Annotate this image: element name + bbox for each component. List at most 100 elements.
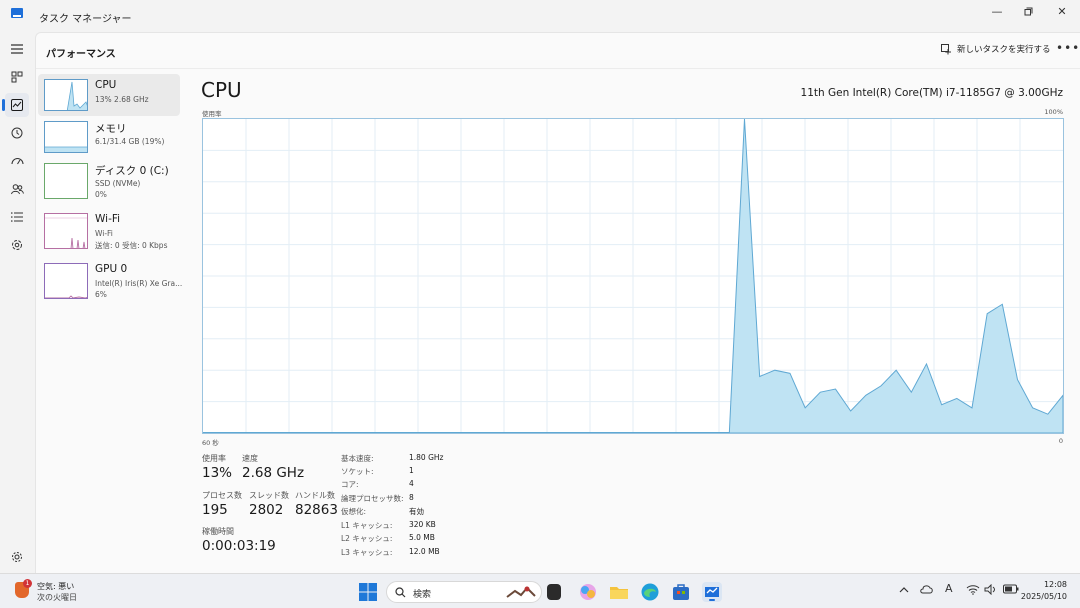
performance-icon xyxy=(11,99,23,111)
weather-line2: 次の火曜日 xyxy=(37,593,77,602)
task-manager-taskbar-button[interactable] xyxy=(702,582,722,602)
device-detail: 13% 2.68 GHz xyxy=(95,95,149,104)
usage-value: 13% xyxy=(202,465,233,481)
battery-tray-button[interactable] xyxy=(1003,584,1019,597)
windows-logo-icon xyxy=(359,583,377,601)
info-key: 仮想化: xyxy=(341,507,367,516)
run-new-task-button[interactable]: 新しいタスクを実行する xyxy=(941,43,1051,55)
device-item-gpu[interactable]: GPU 0 Intel(R) Iris(R) Xe Gra... 6% xyxy=(38,258,183,300)
nav-services[interactable] xyxy=(5,233,29,257)
info-value: 5.0 MB xyxy=(409,533,435,542)
device-name: Wi-Fi xyxy=(95,213,121,225)
nav-rail xyxy=(0,32,34,573)
uptime-label: 稼働時間 xyxy=(202,527,234,536)
info-value: 12.0 MB xyxy=(409,547,440,556)
nav-processes[interactable] xyxy=(5,65,29,89)
device-name: メモリ xyxy=(95,123,127,135)
gpu-thumbnail xyxy=(44,263,88,299)
speaker-icon xyxy=(984,583,995,596)
nav-performance[interactable] xyxy=(2,93,29,117)
speed-value: 2.68 GHz xyxy=(242,465,305,481)
nav-settings[interactable] xyxy=(5,545,29,569)
handles-label: ハンドル数 xyxy=(295,491,335,500)
more-options-button[interactable]: ••• xyxy=(1056,41,1080,55)
task-manager-icon xyxy=(11,8,23,18)
device-detail: Intel(R) Iris(R) Xe Gra... xyxy=(95,279,183,288)
speedometer-icon xyxy=(11,158,23,165)
graph-time-right-label: 0 xyxy=(1058,437,1063,445)
restore-button[interactable] xyxy=(1012,0,1044,22)
cpu-usage-chart xyxy=(203,118,1064,434)
weather-line1: 空気: 悪い xyxy=(37,582,75,591)
minimize-button[interactable]: — xyxy=(981,0,1013,22)
cpu-model: 11th Gen Intel(R) Core(TM) i7-1185G7 @ 3… xyxy=(800,87,1063,99)
volume-tray-button[interactable] xyxy=(984,583,998,598)
hamburger-menu-button[interactable] xyxy=(5,37,29,61)
onedrive-tray-button[interactable] xyxy=(920,584,934,597)
device-usage: 6% xyxy=(95,290,107,299)
title-bar: タスク マネージャー — ✕ xyxy=(0,0,1080,32)
folder-icon xyxy=(610,587,628,599)
close-button[interactable]: ✕ xyxy=(1046,0,1078,22)
battery-icon xyxy=(1003,584,1019,594)
store-icon xyxy=(673,584,689,600)
device-name: ディスク 0 (C:) xyxy=(95,165,169,177)
edge-icon xyxy=(641,583,659,601)
search-input[interactable]: 検索 xyxy=(386,581,542,603)
nav-app-history[interactable] xyxy=(5,121,29,145)
wifi-icon xyxy=(966,585,980,595)
device-name: CPU xyxy=(95,79,117,91)
info-key: L1 キャッシュ: xyxy=(341,521,393,530)
graph-max-label: 100% xyxy=(1044,108,1063,116)
info-key: 基本速度: xyxy=(341,454,374,463)
edge-button[interactable] xyxy=(640,582,660,602)
gear-icon xyxy=(12,552,22,562)
graph-time-left-label: 60 秒 xyxy=(202,439,219,447)
device-item-memory[interactable]: メモリ 6.1/31.4 GB (19%) xyxy=(38,116,180,158)
info-value: 有効 xyxy=(409,507,424,516)
info-key: コア: xyxy=(341,480,359,489)
show-hidden-icons-button[interactable] xyxy=(899,584,909,597)
restore-icon xyxy=(1024,7,1032,15)
clock-date[interactable]: 2025/05/10 xyxy=(1021,592,1067,601)
device-name: GPU 0 xyxy=(95,263,128,275)
usage-label: 使用率 xyxy=(202,454,226,463)
services-icon xyxy=(12,240,22,250)
device-usage: 0% xyxy=(95,190,107,199)
wifi-tray-button[interactable] xyxy=(966,584,980,598)
history-icon xyxy=(11,127,23,139)
search-icon xyxy=(395,587,406,598)
info-value: 320 KB xyxy=(409,520,436,529)
clock-time[interactable]: 12:08 xyxy=(1044,580,1067,589)
nav-users[interactable] xyxy=(5,177,29,201)
threads-label: スレッド数 xyxy=(249,491,289,500)
details-list-icon xyxy=(11,212,23,222)
device-detail: 6.1/31.4 GB (19%) xyxy=(95,137,165,146)
task-manager-icon xyxy=(705,587,719,601)
users-icon xyxy=(10,184,24,195)
file-explorer-button[interactable] xyxy=(609,582,629,602)
info-value: 1 xyxy=(409,466,414,475)
hamburger-icon xyxy=(11,44,23,54)
nav-details[interactable] xyxy=(5,205,29,229)
run-new-task-label: 新しいタスクを実行する xyxy=(957,45,1051,55)
page-title: パフォーマンス xyxy=(46,49,116,60)
input-method-button[interactable]: A xyxy=(945,582,953,595)
device-item-cpu[interactable]: CPU 13% 2.68 GHz xyxy=(38,74,180,116)
header-divider xyxy=(36,68,1080,69)
info-key: 論理プロセッサ数: xyxy=(341,494,404,503)
task-view-button[interactable] xyxy=(547,584,561,600)
copilot-button[interactable] xyxy=(578,582,598,602)
uptime-value: 0:00:03:19 xyxy=(202,538,276,554)
start-button[interactable] xyxy=(358,582,378,602)
device-item-disk[interactable]: ディスク 0 (C:) SSD (NVMe) 0% xyxy=(38,158,180,200)
nav-startup-apps[interactable] xyxy=(5,149,29,173)
info-value: 1.80 GHz xyxy=(409,453,444,462)
store-button[interactable] xyxy=(671,582,691,602)
copilot-icon xyxy=(580,584,596,600)
device-detail: Wi-Fi xyxy=(95,229,113,238)
device-item-wifi[interactable]: Wi-Fi Wi-Fi 送信: 0 受信: 0 Kbps xyxy=(38,208,180,250)
processes-icon xyxy=(11,71,23,83)
cpu-usage-graph xyxy=(202,118,1064,434)
memory-thumbnail xyxy=(44,121,88,153)
